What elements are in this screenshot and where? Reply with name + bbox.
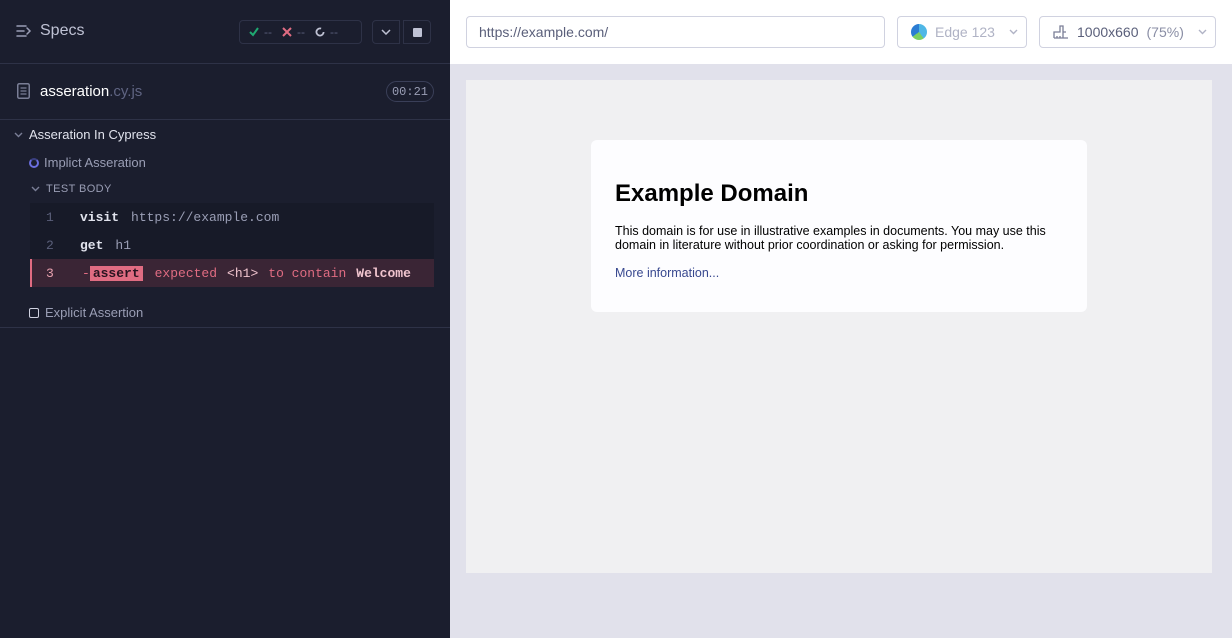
file-base-name: asseration xyxy=(40,83,110,100)
test-stats: -- -- -- xyxy=(239,20,362,44)
ruler-icon xyxy=(1053,25,1068,39)
failed-stat: -- xyxy=(282,25,305,39)
test-body-toggle[interactable]: TEST BODY xyxy=(31,183,112,195)
command-log-panel: Specs -- -- -- asseration.cy.js 00:21 As… xyxy=(0,0,450,638)
spec-file-header: asseration.cy.js 00:21 xyxy=(0,65,450,120)
pending-stat: -- xyxy=(315,25,338,39)
viewport-size: 1000x660 xyxy=(1077,24,1139,40)
assert-prefix: - xyxy=(82,265,90,281)
suite-label: Asseration In Cypress xyxy=(29,127,157,142)
chevron-down-icon xyxy=(1198,29,1207,35)
aut-header: https://example.com/ Edge 123 1000x660 (… xyxy=(450,0,1232,64)
check-icon xyxy=(249,27,259,37)
browser-selector[interactable]: Edge 123 xyxy=(897,16,1027,48)
options-dropdown-button[interactable] xyxy=(372,20,400,44)
pending-square-icon xyxy=(29,307,39,318)
browser-label: Edge 123 xyxy=(935,24,995,40)
chevron-down-icon xyxy=(14,132,23,137)
pending-circle-icon xyxy=(315,27,325,37)
command-number: 3 xyxy=(46,265,54,281)
passed-stat: -- xyxy=(249,25,272,39)
chevron-down-icon xyxy=(381,29,391,35)
command-row[interactable]: 2 get h1 xyxy=(30,231,434,259)
pending-count: -- xyxy=(330,25,338,39)
aut-iframe: Example Domain This domain is for use in… xyxy=(466,80,1212,573)
stop-button[interactable] xyxy=(403,20,431,44)
assert-badge: assert xyxy=(89,265,143,281)
passed-count: -- xyxy=(264,25,272,39)
url-bar[interactable]: https://example.com/ xyxy=(466,16,885,48)
reporter-header: Specs -- -- -- xyxy=(0,0,450,64)
page-heading: Example Domain xyxy=(615,180,809,207)
test-explicit-assertion[interactable]: Explicit Assertion xyxy=(29,305,143,320)
stop-icon xyxy=(412,27,422,37)
chevron-down-icon xyxy=(1009,29,1018,35)
test-title: Implict Asseration xyxy=(44,155,146,170)
command-name: visit xyxy=(80,209,120,225)
file-extension: .cy.js xyxy=(109,83,143,100)
assert-word-subject: <h1> xyxy=(227,265,259,281)
page-paragraph: This domain is for use in illustrative e… xyxy=(615,224,1046,252)
failed-command-row[interactable]: 3 - assert expected <h1> to contain Welc… xyxy=(30,259,434,287)
viewport-selector[interactable]: 1000x660 (75%) xyxy=(1039,16,1216,48)
test-implict-asseration[interactable]: Implict Asseration xyxy=(29,155,146,170)
edge-browser-icon xyxy=(911,24,927,40)
command-name: get xyxy=(80,237,104,253)
assert-word-value: Welcome xyxy=(356,265,411,281)
command-number: 2 xyxy=(46,237,54,253)
command-number: 1 xyxy=(46,209,54,225)
command-row[interactable]: 1 visit https://example.com xyxy=(30,203,434,231)
spec-file-name: asseration.cy.js xyxy=(40,83,142,100)
running-spinner-icon xyxy=(29,157,39,168)
document-icon xyxy=(17,83,30,99)
suite-title[interactable]: Asseration In Cypress xyxy=(14,127,156,142)
assert-word-expected: expected xyxy=(154,265,218,281)
app-under-test-panel: https://example.com/ Edge 123 1000x660 (… xyxy=(450,0,1232,638)
more-information-link[interactable]: More information... xyxy=(615,266,719,280)
assert-word-matcher: to contain xyxy=(268,265,347,281)
failed-count: -- xyxy=(297,25,305,39)
divider xyxy=(0,327,450,328)
test-body-label: TEST BODY xyxy=(46,183,112,195)
duration-badge: 00:21 xyxy=(386,81,434,102)
test-title: Explicit Assertion xyxy=(45,305,144,320)
zoom-level: (75%) xyxy=(1146,24,1184,40)
chevron-down-icon xyxy=(31,186,40,192)
command-message: https://example.com xyxy=(131,209,280,225)
specs-button[interactable]: Specs xyxy=(16,22,84,40)
specs-list-icon xyxy=(16,25,32,37)
command-message: h1 xyxy=(115,237,132,253)
specs-label: Specs xyxy=(40,22,85,39)
command-list: 1 visit https://example.com 2 get h1 3 -… xyxy=(30,203,434,287)
example-page-card: Example Domain This domain is for use in… xyxy=(591,140,1087,312)
x-icon xyxy=(282,27,292,37)
